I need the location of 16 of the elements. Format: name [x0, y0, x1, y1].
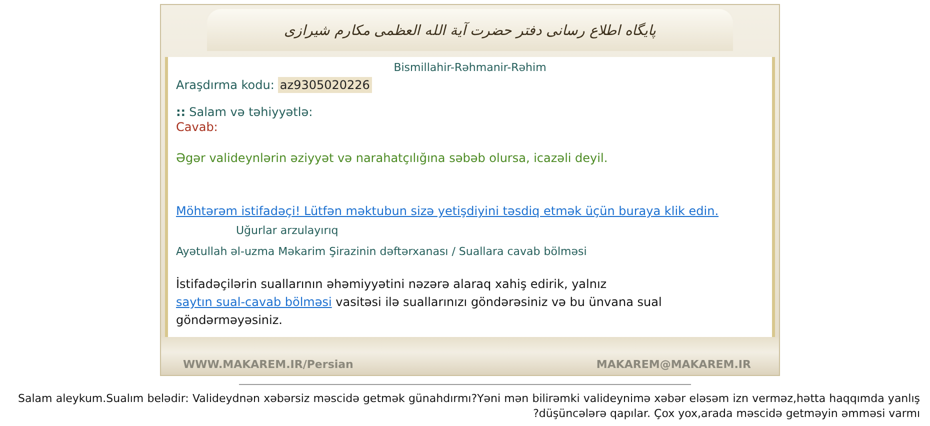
signature-text: Ayətullah əl-uzma Məkarim Şirazinin dəftərxanası / Suallara cavab bölməsi	[176, 245, 587, 258]
answer-text: Əgər valideynlərin əziyyət və narahatçılığına səbəb olursa, icazəli deyil.	[176, 151, 608, 165]
greeting-text: Bismillahir-Rəhmanir-Rəhim	[394, 61, 546, 74]
footer-url: WWW.MAKAREM.IR/Persian	[183, 358, 354, 371]
salutation-text: Salam və təhiyyətlə:	[189, 105, 313, 119]
header-calligraphy: پایگاه اطلاع رسانی دفتر حضرت آیة الله العظمی مکارم شیرازی	[284, 22, 656, 38]
confirm-link[interactable]: Möhtərəm istifadəçi! Lütfən məktubun sizə yetişdiyini təsdiq etmək üçün buraya klik edin.	[176, 204, 719, 218]
code-label: Araşdırma kodu:	[176, 78, 274, 92]
question-paragraph: Salam aleykum.Sualım belədir: Valideydnən xəbərsiz məscidə getmək günahdırmı?Yəni mən bilirəmki valideynimə xəbər eləsəm izn verməz,hətta haqqımda yanlış düşüncələrə qapılar. Çox yox,arada məscidə getməyin əmməsi varmı?	[18, 391, 920, 421]
footer-email: MAKAREM@MAKAREM.IR	[596, 358, 751, 371]
code-value: az9305020226	[278, 77, 372, 93]
notice-paragraph: İstifadəçilərin suallarının əhəmiyyətini nəzərə alaraq xahiş edirik, yalnız saytın sual-cavab bölməsi vasitəsi ilə suallarınızı göndərəsiniz və bu ünvana sual göndərməyəsiniz.	[176, 276, 663, 329]
qa-section-link[interactable]: saytın sual-cavab bölməsi	[176, 295, 332, 309]
salutation-mark: ::	[176, 105, 186, 119]
wishes-text: Uğurlar arzulayırıq	[236, 224, 338, 237]
answer-label: Cavab:	[176, 120, 218, 134]
